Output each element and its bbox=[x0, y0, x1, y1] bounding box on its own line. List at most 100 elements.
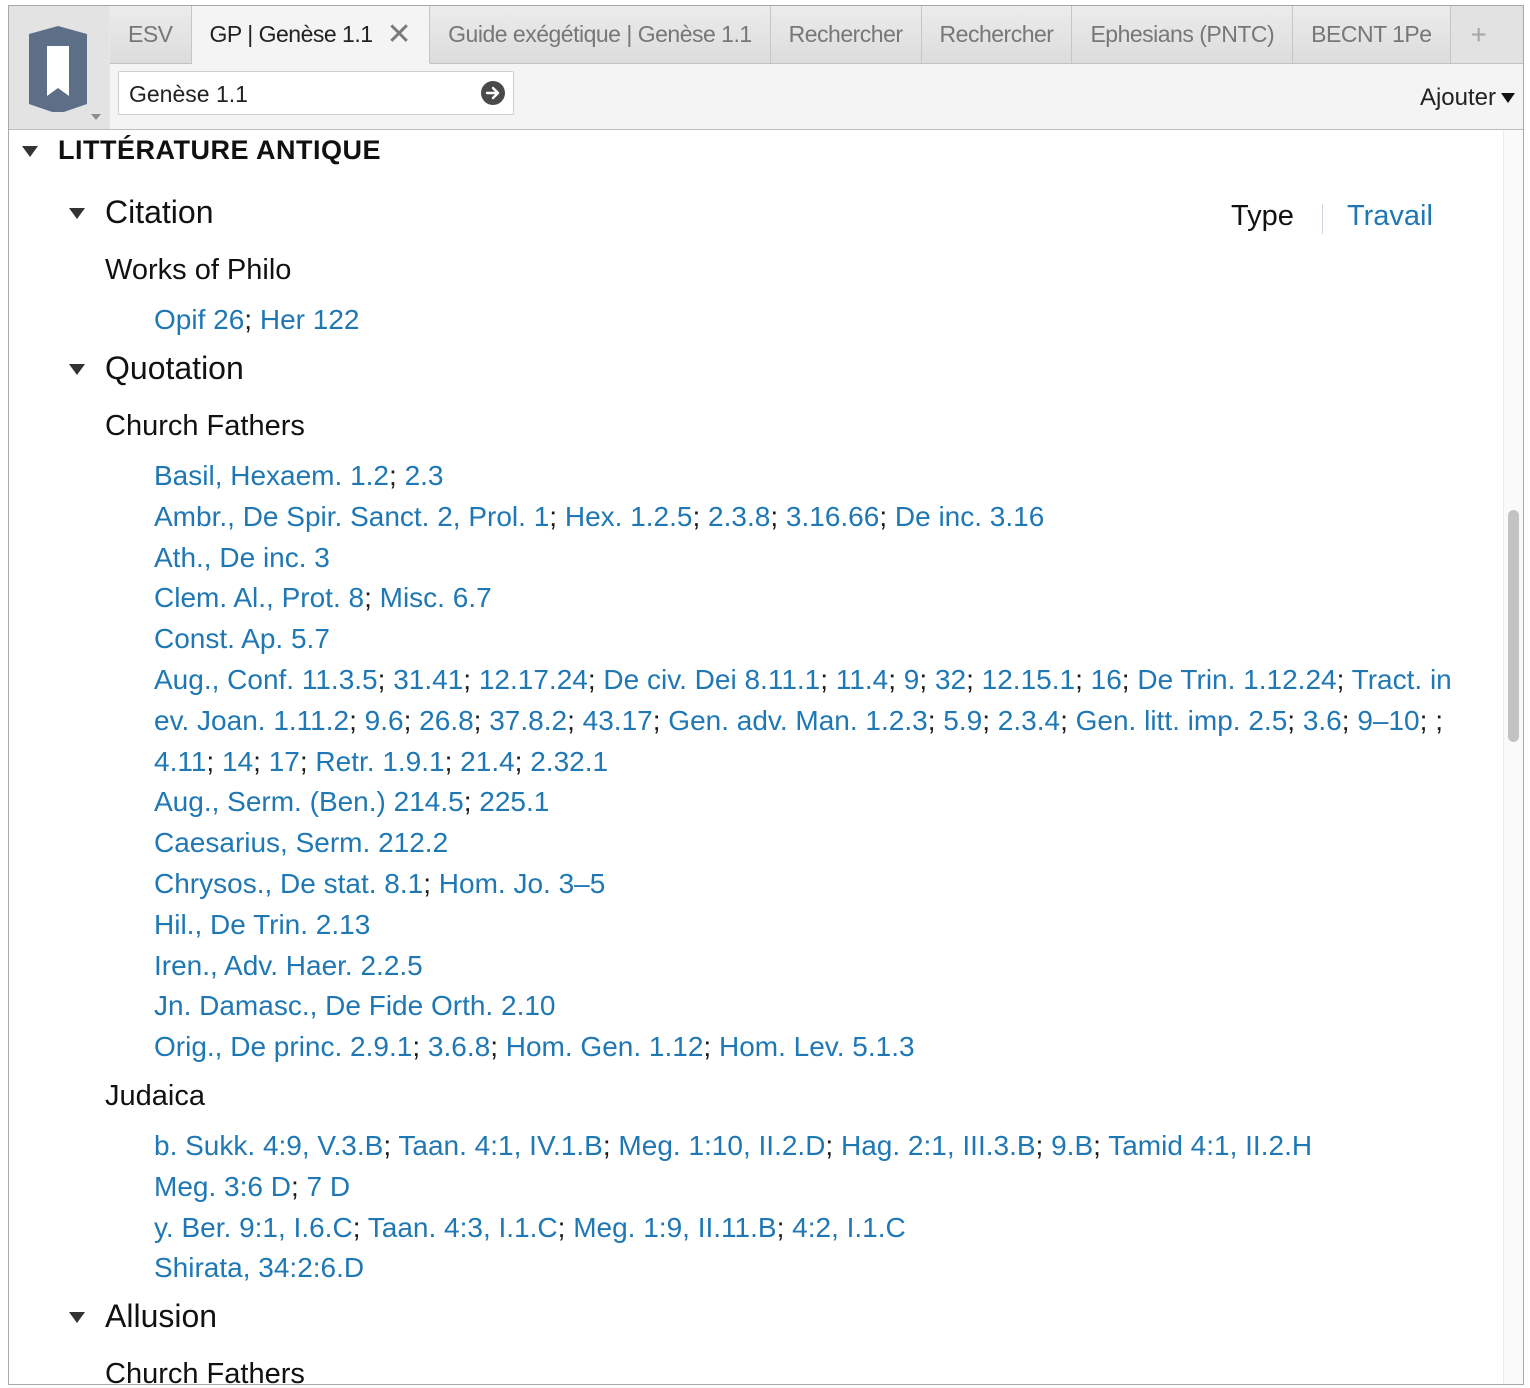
collapse-triangle-icon[interactable] bbox=[22, 146, 38, 157]
new-tab-plus-icon[interactable]: + bbox=[1450, 6, 1507, 63]
reference-input[interactable] bbox=[127, 72, 471, 116]
reference-link[interactable]: 37.8.2 bbox=[489, 705, 567, 736]
separator: ; bbox=[1336, 664, 1352, 695]
tab-6[interactable]: BECNT 1Pe bbox=[1293, 6, 1451, 63]
separator: ; bbox=[423, 868, 439, 899]
app-menu-button[interactable] bbox=[9, 6, 109, 129]
reference-link[interactable]: 3.16.66 bbox=[786, 501, 879, 532]
collapse-triangle-icon[interactable] bbox=[69, 364, 85, 375]
tab-5[interactable]: Ephesians (PNTC) bbox=[1072, 6, 1294, 63]
reference-link[interactable]: Taan. 4:3, I.1.C bbox=[368, 1212, 558, 1243]
reference-link[interactable]: Hag. 2:1, III.3.B bbox=[841, 1130, 1036, 1161]
reference-link[interactable]: 12.17.24 bbox=[479, 664, 588, 695]
tab-2[interactable]: Guide exégétique | Genèse 1.1 bbox=[430, 6, 771, 63]
reference-link[interactable]: Meg. 1:10, II.2.D bbox=[618, 1130, 825, 1161]
reference-link[interactable]: 11.4 bbox=[836, 664, 888, 695]
reference-link[interactable]: 2.32.1 bbox=[530, 746, 608, 777]
reference-link[interactable]: 225.1 bbox=[479, 786, 549, 817]
tab-label: BECNT 1Pe bbox=[1311, 21, 1432, 47]
reference-link[interactable]: Meg. 3:6 D bbox=[154, 1171, 291, 1202]
reference-link[interactable]: Retr. 1.9.1 bbox=[315, 746, 444, 777]
reference-link[interactable]: Gen. adv. Man. 1.2.3 bbox=[668, 705, 927, 736]
reference-link[interactable]: De civ. Dei 8.11.1 bbox=[603, 664, 820, 695]
reference-link[interactable]: 31.41 bbox=[393, 664, 463, 695]
reference-link[interactable]: 9 bbox=[904, 664, 920, 695]
reference-link[interactable]: Hex. 1.2.5 bbox=[565, 501, 693, 532]
reference-link[interactable]: De Trin. 1.12.24 bbox=[1137, 664, 1336, 695]
view-work-link[interactable]: Travail bbox=[1347, 200, 1433, 233]
tab-1[interactable]: GP | Genèse 1.1 ✕ bbox=[191, 6, 431, 64]
separator: ; bbox=[1060, 704, 1076, 736]
reference-link[interactable]: 9.6 bbox=[365, 705, 404, 736]
reference-link[interactable]: Hil., De Trin. 2.13 bbox=[154, 909, 370, 940]
reference-link[interactable]: 14 bbox=[222, 746, 253, 777]
reference-link[interactable]: Caesarius, Serm. 212.2 bbox=[154, 827, 448, 858]
reference-link[interactable]: Clem. Al., Prot. 8 bbox=[154, 582, 364, 613]
group-heading: Church Fathers bbox=[105, 410, 305, 442]
reference-link[interactable]: 9.B bbox=[1051, 1130, 1093, 1161]
tab-label: Ephesians (PNTC) bbox=[1090, 21, 1275, 47]
tab-0[interactable]: ESV bbox=[110, 6, 192, 63]
tab-3[interactable]: Rechercher bbox=[770, 6, 922, 63]
reference-link[interactable]: Iren., Adv. Haer. 2.2.5 bbox=[154, 950, 423, 981]
go-arrow-icon[interactable] bbox=[481, 81, 505, 105]
reference-link[interactable]: 2.3.8 bbox=[708, 501, 770, 532]
reference-link[interactable]: 32 bbox=[935, 664, 966, 695]
reference-link[interactable]: 43.17 bbox=[583, 705, 653, 736]
reference-link[interactable]: 5.9 bbox=[943, 705, 982, 736]
reference-line: ev. Joan. 1.11.2; 9.6; 26.8; 37.8.2; 43.… bbox=[154, 705, 1443, 737]
reference-link[interactable]: Chrysos., De stat. 8.1 bbox=[154, 868, 423, 899]
reference-link[interactable]: b. Sukk. 4:9, V.3.B bbox=[154, 1130, 383, 1161]
reference-link[interactable]: Hom. Jo. 3–5 bbox=[439, 868, 606, 899]
reference-link[interactable]: Const. Ap. 5.7 bbox=[154, 623, 330, 654]
reference-link[interactable]: 26.8 bbox=[419, 705, 474, 736]
section-title: LITTÉRATURE ANTIQUE bbox=[58, 135, 381, 165]
reference-link[interactable]: Hom. Lev. 5.1.3 bbox=[719, 1031, 915, 1062]
add-menu-button[interactable]: Ajouter bbox=[1420, 84, 1515, 112]
reference-link[interactable]: Gen. litt. imp. 2.5 bbox=[1076, 705, 1288, 736]
reference-link[interactable]: Orig., De princ. 2.9.1 bbox=[154, 1031, 412, 1062]
reference-link[interactable]: Meg. 1:9, II.11.B bbox=[573, 1212, 776, 1243]
separator: ; bbox=[299, 745, 316, 777]
separator: ; bbox=[982, 704, 998, 736]
reference-link[interactable]: 2.3 bbox=[405, 460, 444, 491]
reference-link[interactable]: Tamid 4:1, II.2.H bbox=[1108, 1130, 1312, 1161]
collapse-triangle-icon[interactable] bbox=[69, 1312, 85, 1323]
reference-link[interactable]: Shirata, 34:2:6.D bbox=[154, 1252, 364, 1283]
scrollbar-thumb[interactable] bbox=[1508, 510, 1519, 742]
reference-link[interactable]: 16 bbox=[1091, 664, 1122, 695]
reference-link[interactable]: 4.11 bbox=[154, 746, 206, 777]
tab-4[interactable]: Rechercher bbox=[921, 6, 1073, 63]
collapse-triangle-icon[interactable] bbox=[69, 208, 85, 219]
reference-link[interactable]: 9–10 bbox=[1357, 705, 1419, 736]
reference-link[interactable]: ev. Joan. 1.11.2 bbox=[154, 705, 349, 736]
reference-link[interactable]: Ambr., De Spir. Sanct. 2, Prol. 1 bbox=[154, 501, 549, 532]
separator: ; bbox=[879, 500, 895, 532]
reference-link[interactable]: Her 122 bbox=[260, 304, 360, 335]
reference-link[interactable]: 7 D bbox=[307, 1171, 351, 1202]
view-type-label[interactable]: Type bbox=[1231, 200, 1294, 233]
reference-link[interactable]: Opif 26 bbox=[154, 304, 244, 335]
reference-link[interactable]: Taan. 4:1, IV.1.B bbox=[398, 1130, 602, 1161]
reference-link[interactable]: 2.3.4 bbox=[998, 705, 1060, 736]
reference-link[interactable]: Misc. 6.7 bbox=[380, 582, 492, 613]
close-icon[interactable]: ✕ bbox=[387, 19, 412, 50]
reference-link[interactable]: Jn. Damasc., De Fide Orth. 2.10 bbox=[154, 990, 556, 1021]
vertical-scrollbar[interactable] bbox=[1503, 130, 1523, 1384]
reference-link[interactable]: Basil, Hexaem. 1.2 bbox=[154, 460, 389, 491]
allusion-heading: Allusion bbox=[105, 1298, 218, 1334]
reference-link[interactable]: 3.6.8 bbox=[428, 1031, 490, 1062]
reference-link[interactable]: 17 bbox=[269, 746, 300, 777]
reference-link[interactable]: Aug., Serm. (Ben.) 214.5 bbox=[154, 786, 464, 817]
reference-link[interactable]: Ath., De inc. 3 bbox=[154, 542, 330, 573]
reference-link[interactable]: y. Ber. 9:1, I.6.C bbox=[154, 1212, 353, 1243]
reference-link[interactable]: 4:2, I.1.C bbox=[792, 1212, 906, 1243]
reference-link[interactable]: De inc. 3.16 bbox=[895, 501, 1044, 532]
reference-link[interactable]: Tract. in bbox=[1352, 664, 1452, 695]
chevron-down-icon bbox=[91, 114, 101, 120]
reference-link[interactable]: Hom. Gen. 1.12 bbox=[506, 1031, 704, 1062]
reference-link[interactable]: 3.6 bbox=[1303, 705, 1342, 736]
reference-link[interactable]: Aug., Conf. 11.3.5 bbox=[154, 664, 378, 695]
reference-link[interactable]: 12.15.1 bbox=[982, 664, 1075, 695]
reference-link[interactable]: 21.4 bbox=[460, 746, 515, 777]
